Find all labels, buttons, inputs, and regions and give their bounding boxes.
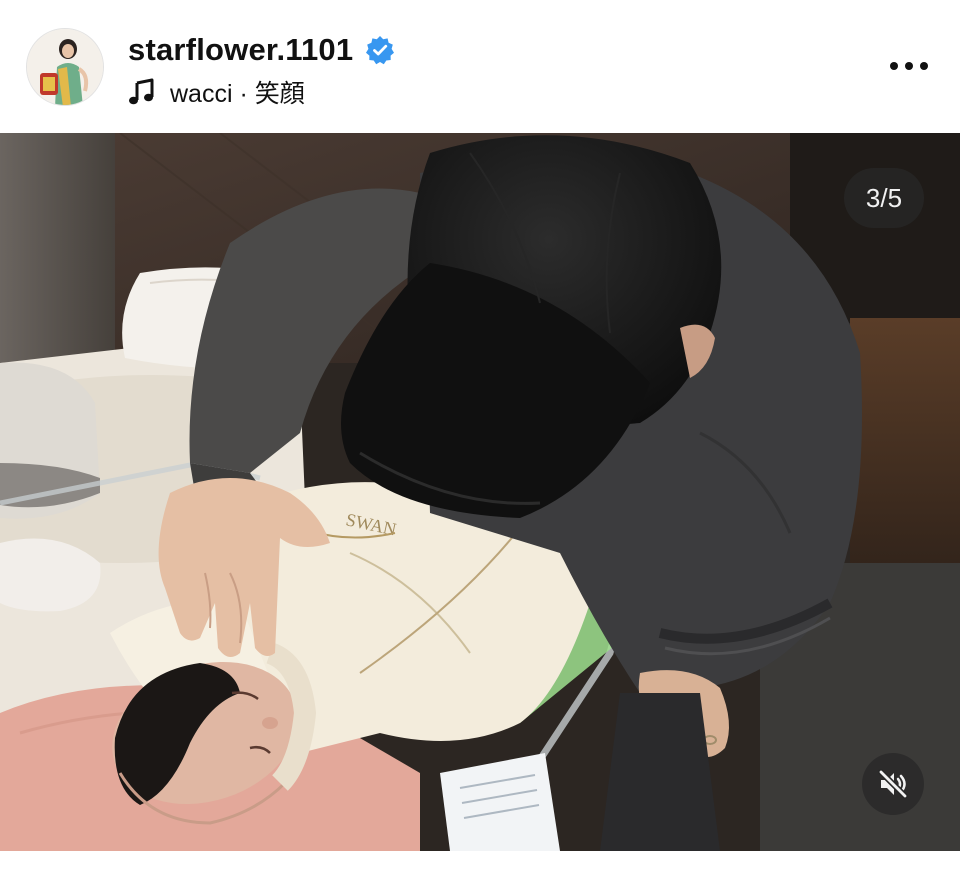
speaker-muted-icon — [878, 769, 908, 799]
music-title: 笑顔 — [254, 80, 305, 108]
post-footer-strip — [0, 851, 960, 870]
profile-avatar[interactable] — [26, 28, 104, 106]
slide-counter-badge: 3/5 — [844, 168, 924, 228]
post-photo: SWAN — [0, 133, 960, 851]
mute-toggle-button[interactable] — [862, 753, 924, 815]
avatar-image — [27, 29, 103, 105]
music-note-icon — [128, 78, 156, 106]
username-row: starflower.1101 — [128, 30, 395, 70]
username-link[interactable]: starflower.1101 — [128, 32, 353, 68]
music-label: wacci · 笑顔 — [170, 74, 305, 110]
more-options-button[interactable] — [884, 48, 934, 84]
verified-badge-icon — [365, 35, 395, 65]
post-media[interactable]: SWAN 3/5 — [0, 133, 960, 851]
more-options-icon — [890, 62, 928, 70]
music-separator: · — [232, 80, 255, 108]
music-artist: wacci — [170, 80, 233, 108]
music-info[interactable]: wacci · 笑顔 — [128, 74, 305, 110]
post-header: starflower.1101 wacci · 笑顔 — [0, 0, 960, 133]
